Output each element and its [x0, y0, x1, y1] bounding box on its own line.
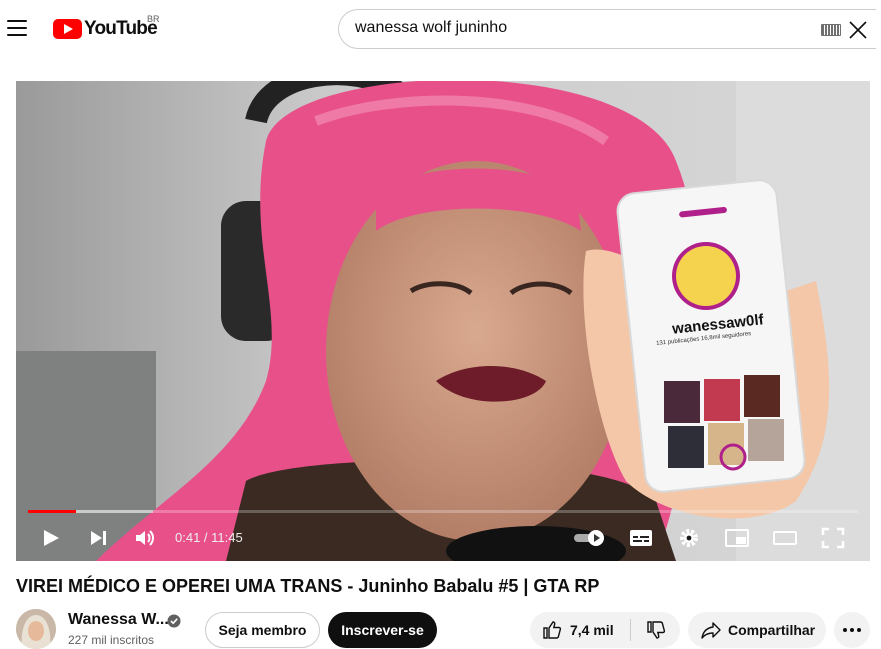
progress-played [28, 510, 77, 513]
volume-icon[interactable] [132, 526, 158, 550]
player-controls: 0:41 / 11:45 [16, 518, 870, 558]
time-display: 0:41 / 11:45 [175, 530, 243, 545]
keyboard-icon[interactable] [821, 24, 841, 36]
thumbs-up-icon [543, 621, 562, 639]
more-actions-button[interactable] [834, 612, 870, 648]
clear-search-icon[interactable] [847, 19, 869, 41]
verified-check-icon [167, 614, 181, 628]
youtube-play-icon [53, 19, 82, 39]
thumbs-down-icon [646, 621, 665, 639]
avatar-image [16, 609, 56, 649]
video-player[interactable]: wanessaw0lf 131 publicações 16,8mil segu… [16, 81, 870, 561]
miniplayer-icon[interactable] [724, 526, 750, 550]
watermark-line2: WOLF [819, 479, 847, 489]
channel-name[interactable]: Wanessa W... [68, 611, 169, 629]
time-separator: / [200, 530, 212, 545]
fullscreen-icon[interactable] [820, 526, 846, 550]
play-icon[interactable] [38, 526, 64, 550]
like-dislike-group: 7,4 mil [530, 612, 680, 648]
subscriber-count: 227 mil inscritos [68, 633, 155, 647]
youtube-logo[interactable]: YouTube [53, 17, 158, 41]
channel-watermark: WANESSA WOLF [810, 471, 856, 489]
dislike-button[interactable] [631, 612, 680, 648]
subscribe-button[interactable]: Inscrever-se [328, 612, 437, 648]
join-member-button[interactable]: Seja membro [205, 612, 320, 648]
subtitles-icon[interactable] [628, 526, 654, 550]
logo-text: YouTube [84, 18, 158, 39]
channel-avatar[interactable] [16, 609, 56, 649]
time-total: 11:45 [211, 530, 243, 545]
settings-gear-icon[interactable] [676, 526, 702, 550]
theater-mode-icon[interactable] [772, 526, 798, 550]
phone-posts-count: 131 [655, 339, 667, 347]
search-input[interactable] [355, 19, 795, 37]
share-arrow-icon [701, 622, 721, 639]
progress-bar[interactable] [28, 510, 858, 513]
like-button[interactable]: 7,4 mil [530, 612, 630, 648]
region-code: BR [147, 14, 160, 24]
autoplay-toggle-icon[interactable] [572, 526, 608, 550]
share-button[interactable]: Compartilhar [688, 612, 826, 648]
video-title: VIREI MÉDICO E OPEREI UMA TRANS - Juninh… [16, 576, 600, 596]
hamburger-menu-icon[interactable] [7, 20, 27, 36]
time-current: 0:41 [175, 530, 201, 545]
top-header: YouTube BR [0, 0, 881, 60]
like-count: 7,4 mil [570, 622, 614, 638]
next-icon[interactable] [86, 526, 112, 550]
search-box [338, 9, 876, 49]
share-label: Compartilhar [728, 622, 816, 638]
more-dots-icon [843, 628, 861, 632]
